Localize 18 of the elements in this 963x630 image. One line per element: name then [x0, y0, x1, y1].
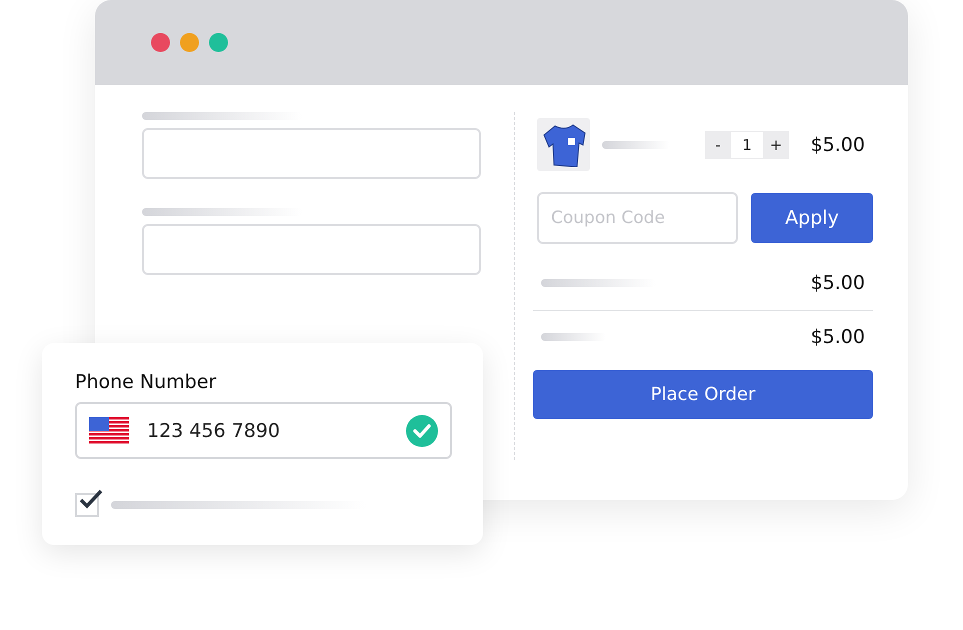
flag-icon [89, 417, 129, 444]
item-price: $5.00 [810, 134, 865, 156]
window-control-dot[interactable] [209, 33, 228, 52]
quantity-value: 1 [731, 132, 763, 158]
phone-number-value: 123 456 7890 [147, 420, 280, 442]
place-order-button[interactable]: Place Order [533, 370, 873, 419]
phone-number-field[interactable]: 123 456 7890 [75, 402, 452, 459]
apply-button[interactable]: Apply [751, 193, 873, 243]
increment-button[interactable]: + [763, 130, 789, 158]
input-field[interactable] [142, 224, 481, 275]
phone-number-label: Phone Number [75, 371, 218, 393]
summary-amount: $5.00 [810, 272, 865, 294]
window-control-dot[interactable] [151, 33, 170, 52]
input-field[interactable] [142, 128, 481, 179]
decrement-button[interactable]: - [705, 130, 731, 158]
summary-amount: $5.00 [810, 326, 865, 348]
coupon-code-field[interactable]: Coupon Code [537, 192, 738, 244]
window-control-dot[interactable] [180, 33, 199, 52]
